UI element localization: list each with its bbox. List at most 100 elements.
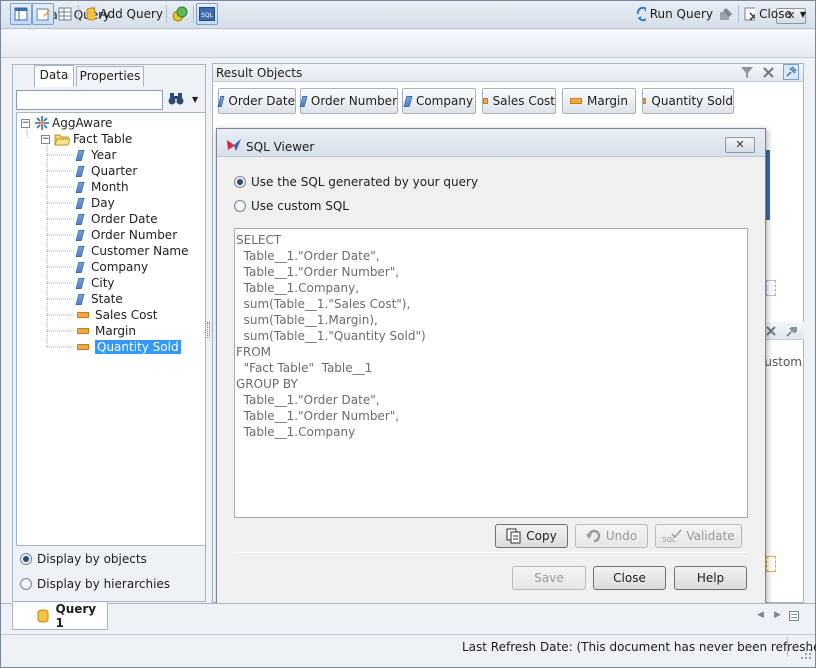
- toolbar-separator: [166, 5, 167, 23]
- tree-dimension-item[interactable]: State: [75, 291, 123, 307]
- layout-view-button[interactable]: [10, 3, 32, 25]
- undo-button[interactable]: Undo: [575, 524, 648, 548]
- view-sql-button[interactable]: SQL: [196, 3, 218, 25]
- search-options-chevron-icon[interactable]: ▼: [192, 95, 198, 104]
- dimension-icon: [403, 95, 413, 107]
- close-menu-button[interactable]: Close ▼: [741, 3, 807, 25]
- chevron-down-icon[interactable]: ▼: [800, 10, 806, 19]
- last-refresh-text: Last Refresh Date: (This document has ne…: [462, 640, 816, 654]
- tree-dimension-item[interactable]: Month: [75, 179, 129, 195]
- result-object-label: Sales Cost: [492, 94, 555, 108]
- main-toolbar: [1, 30, 815, 58]
- measure-icon: [483, 98, 488, 104]
- tree-item-label: Quarter: [91, 164, 138, 178]
- tree-dimension-item[interactable]: Order Date: [75, 211, 158, 227]
- tab-data[interactable]: Data: [34, 65, 74, 87]
- custom-sql-option[interactable]: Use custom SQL: [234, 199, 349, 213]
- tree-item-label: Year: [91, 148, 117, 162]
- generated-sql-radio[interactable]: [234, 176, 246, 188]
- result-object-label: Order Date: [228, 94, 295, 108]
- validate-button[interactable]: SQL Validate: [655, 524, 742, 548]
- close-label: Close: [759, 7, 792, 21]
- layout-icon: [14, 7, 28, 21]
- filter-icon[interactable]: [740, 66, 754, 79]
- dimension-icon: [75, 245, 85, 257]
- tree-measure-item[interactable]: Quantity Sold: [77, 339, 181, 355]
- dimension-icon: [75, 261, 85, 273]
- resize-grip-icon[interactable]: [800, 648, 812, 660]
- save-button[interactable]: Save: [512, 566, 586, 590]
- tree-dimension-item[interactable]: City: [75, 275, 115, 291]
- copy-button[interactable]: Copy: [495, 524, 568, 548]
- sql-viewer-title: SQL Viewer: [246, 140, 315, 154]
- custom-sql-radio[interactable]: [234, 200, 246, 212]
- tree-dimension-item[interactable]: Year: [75, 147, 117, 163]
- dimension-icon: [217, 95, 225, 107]
- remove-filters-icon[interactable]: [766, 326, 776, 337]
- measure-icon: [77, 312, 89, 318]
- tree-node-folder[interactable]: − Fact Table: [41, 131, 132, 147]
- collapse-icon[interactable]: −: [41, 134, 50, 144]
- tree-dimension-item[interactable]: Customer Name: [75, 243, 189, 259]
- add-query-button[interactable]: Add Query: [82, 3, 164, 25]
- help-button[interactable]: Help: [674, 566, 747, 590]
- tree-dimension-item[interactable]: Day: [75, 195, 115, 211]
- eraser-icon: [720, 8, 732, 20]
- result-object-button[interactable]: Margin: [562, 88, 636, 114]
- validate-sql-icon: SQL: [662, 529, 682, 544]
- result-object-button[interactable]: Order Date: [217, 88, 296, 114]
- result-object-button[interactable]: Company: [402, 88, 476, 114]
- tree-node-root[interactable]: − AggAware: [21, 115, 112, 131]
- result-object-label: Quantity Sold: [651, 94, 733, 108]
- query-tab-label: Query 1: [55, 602, 97, 630]
- tree-dimension-item[interactable]: Company: [75, 259, 148, 275]
- measure-icon: [570, 98, 582, 104]
- display-by-objects-radio[interactable]: [20, 553, 32, 565]
- pin-icon[interactable]: [783, 64, 799, 80]
- folder-open-icon: [54, 134, 70, 146]
- tree-measure-item[interactable]: Sales Cost: [77, 307, 157, 323]
- result-object-button[interactable]: Sales Cost: [482, 88, 556, 114]
- display-by-objects-option[interactable]: Display by objects: [20, 552, 147, 566]
- sql-icon: SQL: [199, 7, 215, 21]
- dimension-icon: [75, 149, 85, 161]
- sql-viewer-close-button[interactable]: ✕: [725, 137, 755, 153]
- tree-dimension-item[interactable]: Quarter: [75, 163, 138, 179]
- tab-scroll-right-icon[interactable]: ▶: [774, 610, 781, 620]
- tab-scroll-left-icon[interactable]: ◀: [757, 610, 764, 620]
- tab-list-icon[interactable]: [789, 611, 799, 621]
- dimension-icon: [75, 197, 85, 209]
- add-query-label: Add Query: [99, 7, 163, 21]
- collapse-icon[interactable]: −: [21, 118, 30, 128]
- generated-sql-option[interactable]: Use the SQL generated by your query: [234, 175, 478, 189]
- purge-button[interactable]: [716, 3, 736, 25]
- tree-folder-label: Fact Table: [73, 132, 133, 146]
- tree-dimension-item[interactable]: Order Number: [75, 227, 177, 243]
- result-object-label: Margin: [587, 94, 628, 108]
- tree-measure-item[interactable]: Margin: [77, 323, 136, 339]
- query-filters-button[interactable]: [32, 3, 54, 25]
- app-logo-icon: [227, 139, 241, 151]
- combined-query-button[interactable]: [169, 3, 191, 25]
- data-preview-button[interactable]: [54, 3, 76, 25]
- remove-all-icon[interactable]: [762, 66, 775, 79]
- display-by-hierarchies-radio[interactable]: [20, 578, 32, 590]
- sql-text-area[interactable]: SELECT Table__1."Order Date", Table__1."…: [234, 228, 748, 518]
- measure-icon: [77, 328, 89, 334]
- result-object-button[interactable]: Order Number: [299, 88, 398, 114]
- tab-properties[interactable]: Properties: [76, 66, 144, 86]
- query-icon: [37, 609, 49, 623]
- result-object-button[interactable]: Quantity Sold: [642, 88, 734, 114]
- query-tab-strip: [1, 603, 815, 631]
- close-button[interactable]: Close: [593, 566, 666, 590]
- run-query-button[interactable]: Run Query: [632, 3, 714, 25]
- measure-icon: [643, 98, 647, 104]
- display-by-objects-label: Display by objects: [37, 552, 147, 566]
- pane-splitter-handle[interactable]: [207, 322, 210, 338]
- tab-query-1[interactable]: Query 1: [12, 602, 108, 630]
- display-by-hierarchies-option[interactable]: Display by hierarchies: [20, 577, 170, 591]
- pin-icon[interactable]: [784, 326, 798, 338]
- search-input[interactable]: [16, 90, 163, 110]
- binoculars-icon[interactable]: [168, 92, 184, 106]
- display-by-hierarchies-label: Display by hierarchies: [37, 577, 171, 591]
